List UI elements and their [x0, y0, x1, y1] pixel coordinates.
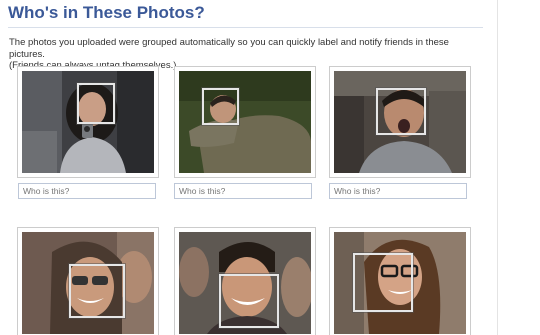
- photo-card-1[interactable]: [17, 66, 159, 178]
- photo-2[interactable]: [179, 71, 311, 173]
- who-is-this-input-2[interactable]: [174, 183, 312, 199]
- page-title: Who's in These Photos?: [8, 3, 205, 22]
- photo-card-3[interactable]: [329, 66, 471, 178]
- face-tag-box-1[interactable]: [77, 83, 115, 124]
- face-tag-box-6[interactable]: [353, 253, 413, 312]
- photo-card-6[interactable]: [329, 227, 471, 335]
- face-tag-box-5[interactable]: [219, 274, 279, 328]
- photo-tagging-panel: Who's in These Photos? The photos you up…: [0, 0, 490, 335]
- who-is-this-input-1[interactable]: [18, 183, 156, 199]
- who-is-this-input-3[interactable]: [329, 183, 467, 199]
- face-tag-box-2[interactable]: [202, 88, 239, 125]
- right-column-divider: [497, 0, 498, 335]
- title-divider: [8, 27, 483, 28]
- photo-card-2[interactable]: [174, 66, 316, 178]
- face-tag-box-4[interactable]: [69, 264, 125, 318]
- photo-card-4[interactable]: [17, 227, 159, 335]
- photo-card-5[interactable]: [174, 227, 316, 335]
- face-tag-box-3[interactable]: [376, 88, 426, 135]
- intro-line-1: The photos you uploaded were grouped aut…: [9, 37, 449, 60]
